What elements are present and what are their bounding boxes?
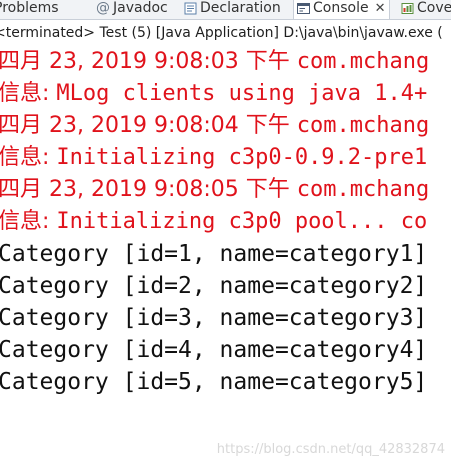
console-line: 信息: Initializing c3p0 pool... co	[0, 206, 427, 238]
view-tab-bar: Problems @Javadoc Declaration Console ✕	[0, 0, 451, 20]
console-output[interactable]: 四月 23, 2019 9:08:03 下午 com.mchang 信息: ML…	[0, 46, 451, 465]
output-text: Category [id=3, name=category3]	[0, 305, 428, 331]
log-timestamp: 四月 23, 2019 9:08:04 下午	[0, 113, 297, 138]
console-line: 四月 23, 2019 9:08:04 下午 com.mchang	[0, 110, 429, 142]
console-status: <terminated> Test (5) [Java Application]…	[0, 25, 443, 41]
tab-coverage[interactable]: Cove	[401, 0, 451, 19]
console-line: Category [id=3, name=category3]	[0, 302, 427, 334]
tab-problems-label: Problems	[0, 0, 59, 16]
tab-console[interactable]: Console ✕	[293, 0, 391, 19]
console-line: 信息: Initializing c3p0-0.9.2-pre1	[0, 142, 427, 174]
close-icon[interactable]: ✕	[375, 0, 386, 17]
console-line: Category [id=5, name=category5]	[0, 366, 427, 398]
coverage-icon	[401, 2, 414, 19]
log-message: Initializing c3p0 pool... co	[56, 209, 428, 234]
at-icon: @	[96, 0, 110, 16]
tab-javadoc-label: Javadoc	[113, 0, 168, 16]
tab-problems[interactable]: Problems	[0, 0, 59, 19]
console-line: Category [id=1, name=category1]	[0, 238, 427, 270]
watermark: https://blog.csdn.net/qq_42832874	[216, 442, 445, 457]
console-line: 四月 23, 2019 9:08:03 下午 com.mchang	[0, 46, 429, 78]
console-line: 信息: MLog clients using java 1.4+	[0, 78, 427, 110]
log-level: 信息:	[0, 145, 57, 170]
log-level: 信息:	[0, 209, 57, 234]
console-line: 四月 23, 2019 9:08:05 下午 com.mchang	[0, 174, 429, 206]
console-line: Category [id=2, name=category2]	[0, 270, 427, 302]
log-message: MLog clients using java 1.4+	[56, 81, 428, 106]
console-line: Category [id=4, name=category4]	[0, 334, 427, 366]
output-text: Category [id=4, name=category4]	[0, 337, 428, 363]
tab-coverage-label: Cove	[417, 0, 451, 16]
log-message: Initializing c3p0-0.9.2-pre1	[56, 145, 428, 170]
log-source: com.mchang	[296, 177, 430, 202]
output-text: Category [id=5, name=category5]	[0, 369, 428, 395]
tab-declaration[interactable]: Declaration	[184, 0, 281, 19]
tab-javadoc[interactable]: @ Javadoc	[96, 0, 168, 19]
output-text: Category [id=2, name=category2]	[0, 273, 428, 299]
log-source: com.mchang	[296, 113, 430, 138]
tab-console-label: Console	[313, 0, 369, 16]
log-level: 信息:	[0, 81, 57, 106]
log-timestamp: 四月 23, 2019 9:08:03 下午	[0, 49, 297, 74]
tab-declaration-label: Declaration	[200, 0, 281, 16]
console-icon	[297, 2, 310, 19]
declaration-icon	[184, 2, 197, 19]
output-text: Category [id=1, name=category1]	[0, 241, 428, 267]
log-source: com.mchang	[296, 49, 430, 74]
log-timestamp: 四月 23, 2019 9:08:05 下午	[0, 177, 297, 202]
